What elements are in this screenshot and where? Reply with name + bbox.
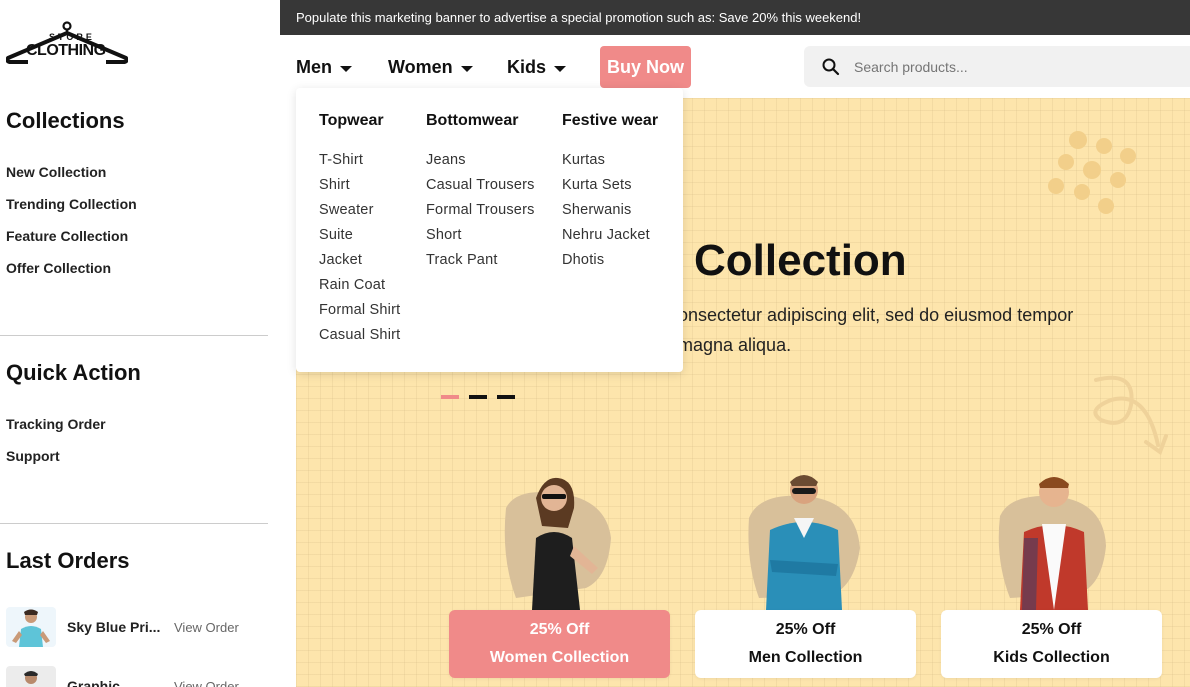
nav-item-label: Women [388, 57, 453, 77]
nav-item-label: Kids [507, 57, 547, 77]
category-label: Men Collection [748, 649, 863, 666]
mega-menu-item[interactable]: Jacket [319, 252, 400, 277]
category-card-women[interactable]: 25% Off Women Collection [449, 610, 670, 678]
category-label: Women Collection [489, 649, 630, 666]
mega-menu-item[interactable]: Rain Coat [319, 277, 400, 302]
mega-menu-column-bottomwear: Bottomwear Jeans Casual Trousers Formal … [426, 112, 535, 277]
sidebar-divider [0, 335, 268, 336]
category-card-kids[interactable]: 25% Off Kids Collection [941, 610, 1162, 678]
order-thumbnail [6, 666, 56, 687]
hero-description-line: magna aliqua. [678, 335, 792, 355]
decorative-dots [1048, 131, 1136, 214]
mega-menu-item[interactable]: Kurtas [562, 152, 658, 177]
promo-banner: Populate this marketing banner to advert… [280, 0, 1190, 35]
slider-dot[interactable] [497, 395, 515, 399]
nav-item-label: Men [296, 57, 332, 77]
nav-item-kids[interactable]: Kids [507, 57, 567, 78]
search-bar [804, 46, 1190, 87]
mega-menu-item[interactable]: Kurta Sets [562, 177, 658, 202]
collections-title: Collections [6, 108, 125, 133]
mega-menu-column-topwear: Topwear T-Shirt Shirt Sweater Suite Jack… [319, 112, 400, 352]
search-input[interactable] [854, 58, 1154, 75]
hero-description-line: onsectetur adipiscing elit, sed do eiusm… [678, 305, 1074, 325]
slider-dot[interactable] [441, 395, 459, 399]
order-product-name: Graphic [67, 678, 120, 687]
sidebar-item-feature-collection[interactable]: Feature Collection [6, 228, 128, 244]
last-orders-title: Last Orders [6, 548, 130, 573]
sidebar-item-support[interactable]: Support [6, 448, 60, 464]
women-model-image [504, 477, 611, 610]
collections-section: Collections [6, 108, 125, 134]
mega-menu-item[interactable]: Shirt [319, 177, 400, 202]
category-card-men[interactable]: 25% Off Men Collection [695, 610, 916, 678]
category-discount: 25% Off [529, 621, 590, 638]
mega-menu-heading: Topwear [319, 112, 384, 129]
caret-down-icon [460, 65, 473, 72]
men-mega-menu: Topwear T-Shirt Shirt Sweater Suite Jack… [296, 88, 683, 372]
search-icon [822, 58, 840, 75]
kids-model-image [998, 477, 1106, 610]
caret-down-icon [340, 65, 352, 72]
mega-menu-item[interactable]: Jeans [426, 152, 535, 177]
mega-menu-column-festive-wear: Festive wear Kurtas Kurta Sets Sherwanis… [562, 112, 658, 277]
slider-indicators [441, 395, 515, 399]
mega-menu-heading: Festive wear [562, 112, 659, 129]
mega-menu-item[interactable]: Casual Trousers [426, 177, 535, 202]
order-thumbnail [6, 607, 56, 647]
mega-menu-item[interactable]: Suite [319, 227, 400, 252]
last-orders-section: Last Orders [6, 548, 130, 574]
sidebar-item-new-collection[interactable]: New Collection [6, 164, 106, 180]
mega-menu-item[interactable]: Casual Shirt [319, 327, 400, 352]
order-product-name: Sky Blue Pri... [67, 619, 161, 635]
mega-menu-item[interactable]: Formal Trousers [426, 202, 535, 227]
view-order-link[interactable]: View Order [174, 679, 239, 687]
category-discount: 25% Off [1021, 621, 1082, 638]
hero-description: onsectetur adipiscing elit, sed do eiusm… [678, 300, 1190, 360]
view-order-link[interactable]: View Order [174, 620, 239, 635]
mega-menu-item[interactable]: Short [426, 227, 535, 252]
app: STORE CLOTHING Collections New Collectio… [0, 0, 1190, 687]
quick-action-section: Quick Action [6, 360, 141, 386]
sidebar-item-tracking-order[interactable]: Tracking Order [6, 416, 106, 432]
decorative-arrow [1093, 375, 1168, 456]
mega-menu-item[interactable]: Nehru Jacket [562, 227, 658, 252]
logo-text-bottom: CLOTHING [26, 42, 106, 59]
quick-action-title: Quick Action [6, 360, 141, 385]
mega-menu-item[interactable]: Sweater [319, 202, 400, 227]
mega-menu-item[interactable]: Sherwanis [562, 202, 658, 227]
mega-menu-heading: Bottomwear [426, 112, 519, 129]
order-row: Sky Blue Pri... View Order [6, 607, 266, 647]
mega-menu-item[interactable]: Track Pant [426, 252, 535, 277]
category-label: Kids Collection [993, 649, 1110, 666]
sidebar: STORE CLOTHING Collections New Collectio… [0, 0, 280, 687]
mega-menu-item[interactable]: Formal Shirt [319, 302, 400, 327]
nav-item-women[interactable]: Women [388, 57, 473, 78]
mega-menu-item[interactable]: T-Shirt [319, 152, 400, 177]
store-logo[interactable]: STORE CLOTHING [6, 20, 128, 78]
logo-text-top: STORE [49, 32, 95, 42]
sidebar-divider [0, 523, 268, 524]
sidebar-item-trending-collection[interactable]: Trending Collection [6, 196, 137, 212]
sidebar-item-offer-collection[interactable]: Offer Collection [6, 260, 111, 276]
slider-dot[interactable] [469, 395, 487, 399]
order-row: Graphic View Order [6, 666, 266, 687]
nav-item-men[interactable]: Men [296, 57, 352, 78]
category-discount: 25% Off [775, 621, 836, 638]
caret-down-icon [554, 65, 567, 72]
buy-now-button[interactable]: Buy Now [600, 46, 691, 88]
mega-menu-item[interactable]: Dhotis [562, 252, 658, 277]
men-model-image [748, 475, 860, 610]
hero-title: Collection [694, 236, 907, 285]
